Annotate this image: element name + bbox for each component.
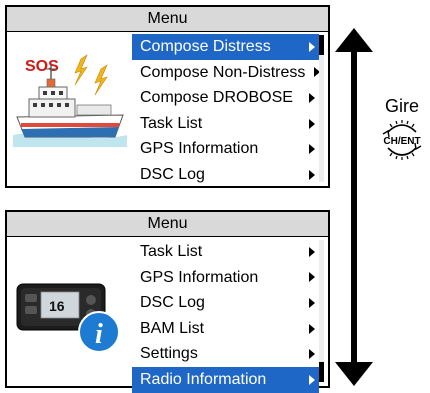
menu-title: Menu [7,212,328,237]
chevron-right-icon [309,272,315,283]
menu-item-label: Compose Non-Distress [140,63,306,81]
chevron-right-icon [309,323,315,334]
menu-panel-bottom: Menu 16 i Task List GPS Information DSC … [5,210,330,393]
menu-item-label: Compose Distress [140,38,271,55]
menu-item-compose-drobose[interactable]: Compose DROBOSE [132,85,319,111]
sos-label: SOS [25,58,59,75]
menu-title: Menu [7,7,328,32]
scrollbar[interactable] [319,35,324,182]
menu-item-label: DSC Log [140,294,205,312]
menu-item-compose-distress[interactable]: Compose Distress [132,34,319,60]
chevron-right-icon [309,41,315,52]
menu-list-top: Compose Distress Compose Non-Distress Co… [132,34,320,188]
lightning-icon [74,54,88,86]
menu-item-dsc-log[interactable]: DSC Log [132,162,319,188]
menu-item-label: GPS Information [140,268,259,286]
chevron-right-icon [309,297,315,308]
scroll-direction-arrow-icon [335,28,373,386]
menu-item-label: Radio Information [140,370,267,388]
chevron-right-icon [309,169,315,180]
menu-item-label: Settings [140,345,198,363]
ship-sos-illustration: SOS [13,54,127,147]
menu-item-label: Compose DROBOSE [140,89,293,107]
menu-item-label: GPS Information [140,140,259,158]
svg-text:i: i [95,319,103,350]
menu-item-label: Task List [140,114,203,132]
menu-item-task-list[interactable]: Task List [132,239,319,265]
menu-item-gps-information[interactable]: GPS Information [132,136,319,162]
chevron-right-icon [309,246,315,257]
scrollbar[interactable] [319,240,324,382]
menu-item-label: Task List [140,243,203,260]
menu-item-gps-information[interactable]: GPS Information [132,265,319,291]
scrollbar-thumb[interactable] [319,35,324,55]
menu-item-settings[interactable]: Settings [132,341,319,367]
menu-item-bam-list[interactable]: BAM List [132,316,319,342]
menu-item-label: DSC Log [140,165,205,183]
radio-device-info-illustration: 16 i [16,283,120,353]
dial-label: CH/ENT [383,136,420,147]
menu-item-label: BAM List [140,319,205,337]
lightning-icon [94,64,108,96]
chevron-right-icon [309,118,315,129]
menu-list-bottom: Task List GPS Information DSC Log BAM Li… [132,239,319,393]
menu-panel-top: Menu SOS Compose Distress Compose Non-Di… [5,5,330,188]
menu-item-compose-non-distress[interactable]: Compose Non-Distress [132,60,320,86]
chevron-right-icon [309,349,315,360]
info-icon: i [78,311,120,353]
scrollbar-thumb[interactable] [319,362,324,382]
ch-ent-dial-icon[interactable]: CH/ENT [378,118,426,162]
chevron-right-icon [309,144,315,155]
menu-item-dsc-log[interactable]: DSC Log [132,290,319,316]
device-channel-text: 16 [49,298,65,314]
chevron-right-icon [309,92,315,103]
chevron-right-icon [309,374,315,385]
menu-item-task-list[interactable]: Task List [132,111,319,137]
gire-label: Gire [385,96,420,116]
